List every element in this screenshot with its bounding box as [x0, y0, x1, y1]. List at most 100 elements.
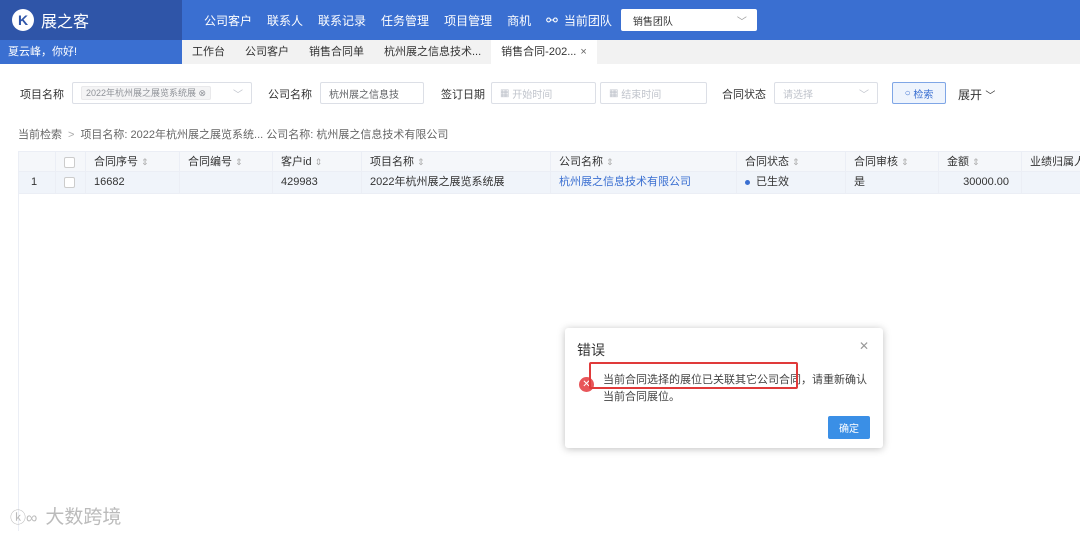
- header-amount[interactable]: 金额 ⇕: [939, 152, 1022, 171]
- tab-sales-contract-list[interactable]: 销售合同单: [299, 40, 374, 64]
- contract-table: 合同序号 ⇕ 合同编号 ⇕ 客户id ⇕ 项目名称 ⇕ 公司名称 ⇕ 合同状态 ⇕ 合同审核…: [18, 151, 1080, 531]
- contract-status-label: 合同状态: [722, 89, 766, 101]
- contract-status-placeholder: 请选择: [783, 89, 813, 101]
- search-button-label: 检索: [913, 89, 934, 101]
- nav-item-project-management[interactable]: 项目管理: [444, 12, 492, 29]
- start-date-placeholder: 开始时间: [512, 89, 553, 101]
- watermark-logo-icon: ⓚ∞: [10, 509, 38, 527]
- header-contract-audit[interactable]: 合同审核 ⇕: [846, 152, 939, 171]
- sort-icon: ⇕: [141, 157, 149, 167]
- status-text: 已生效: [756, 176, 789, 188]
- header-label: 客户id: [281, 156, 312, 168]
- chevron-down-icon: ﹀: [736, 16, 747, 28]
- breadcrumb-root: 当前检索: [18, 129, 62, 141]
- search-button[interactable]: ○ 检索: [892, 82, 946, 104]
- chevron-right-icon: >: [68, 129, 75, 141]
- nav-item-contact-records[interactable]: 联系记录: [318, 12, 366, 29]
- project-tag: 2022年杭州展之展览系统展 ⊗: [81, 86, 212, 100]
- watermark: ⓚ∞ 大数跨境: [10, 502, 121, 529]
- sort-icon: ⇕: [417, 157, 425, 167]
- sort-icon: ⇕: [901, 157, 909, 167]
- header-contract-status[interactable]: 合同状态 ⇕: [737, 152, 846, 171]
- confirm-button[interactable]: 确定: [828, 416, 870, 439]
- header-label: 公司名称: [559, 156, 603, 168]
- sort-icon: ⇕: [314, 157, 323, 167]
- header-project-name[interactable]: 项目名称 ⇕: [362, 152, 551, 171]
- calendar-icon: ▦: [500, 87, 513, 99]
- cell-owner: [1022, 172, 1080, 193]
- current-team: ⚯ 当前团队 销售团队 ﹀: [546, 9, 757, 31]
- tab-company-customers[interactable]: 公司客户: [235, 40, 299, 64]
- company-name-label: 公司名称: [268, 89, 312, 101]
- chevron-down-icon: ﹀: [985, 91, 996, 102]
- header-contract-code[interactable]: 合同编号 ⇕: [180, 152, 273, 171]
- dialog-title: 错误: [577, 342, 605, 358]
- tab-bar: 夏云峰，你好! 工作台 公司客户 销售合同单 杭州展之信息技术... 销售合同-…: [0, 40, 1080, 64]
- nav-item-company-customers[interactable]: 公司客户: [204, 12, 252, 29]
- contract-status-select[interactable]: 请选择 ﹀: [774, 82, 878, 104]
- header-label: 金额: [947, 156, 969, 168]
- cell-customer-id: 429983: [273, 172, 362, 193]
- header-select-all: [56, 152, 86, 171]
- calendar-icon: ▦: [609, 87, 622, 99]
- company-name-input[interactable]: 杭州展之信息技: [320, 82, 424, 104]
- project-tag-text: 2022年杭州展之展览系统展: [86, 88, 197, 98]
- sign-date-label: 签订日期: [441, 89, 485, 101]
- team-select-value: 销售团队: [632, 16, 673, 28]
- row-checkbox[interactable]: [64, 177, 75, 188]
- close-icon[interactable]: ×: [580, 46, 586, 58]
- nav-item-opportunities[interactable]: 商机: [507, 12, 531, 29]
- user-greeting: 夏云峰，你好!: [0, 40, 182, 64]
- header-company-name[interactable]: 公司名称 ⇕: [551, 152, 737, 171]
- annotation-highlight-box: [589, 362, 798, 389]
- header-label: 合同状态: [745, 156, 789, 168]
- cell-contract-audit: 是: [846, 172, 939, 193]
- top-bar: K 展之客 公司客户 联系人 联系记录 任务管理 项目管理 商机 ⚯ 当前团队 …: [0, 0, 1080, 40]
- header-label: 合同编号: [188, 156, 232, 168]
- end-date-input[interactable]: ▦ 结束时间: [600, 82, 707, 104]
- tab-label: 销售合同-202...: [501, 46, 577, 58]
- page-tabs: 工作台 公司客户 销售合同单 杭州展之信息技术... 销售合同-202... ×: [182, 40, 597, 64]
- cell-contract-code: [180, 172, 273, 193]
- header-owner[interactable]: 业绩归属人: [1022, 152, 1080, 171]
- table-header: 合同序号 ⇕ 合同编号 ⇕ 客户id ⇕ 项目名称 ⇕ 公司名称 ⇕ 合同状态 ⇕ 合同审核…: [19, 151, 1080, 172]
- header-label: 业绩归属人: [1030, 156, 1080, 168]
- row-checkbox-cell: [56, 172, 86, 193]
- tab-workbench[interactable]: 工作台: [182, 40, 235, 64]
- header-index: [19, 152, 56, 171]
- top-nav: 公司客户 联系人 联系记录 任务管理 项目管理 商机 ⚯ 当前团队 销售团队 ﹀: [182, 9, 757, 31]
- sort-icon: ⇕: [235, 157, 243, 167]
- header-label: 合同序号: [94, 156, 138, 168]
- start-date-input[interactable]: ▦ 开始时间: [491, 82, 596, 104]
- sort-icon: ⇕: [606, 157, 614, 167]
- close-icon[interactable]: ✕: [859, 339, 869, 353]
- header-customer-id[interactable]: 客户id ⇕: [273, 152, 362, 171]
- expand-label: 展开: [958, 88, 983, 102]
- tab-company-detail[interactable]: 杭州展之信息技术...: [374, 40, 491, 64]
- current-team-label: 当前团队: [563, 13, 612, 28]
- brand-logo-icon: K: [12, 9, 34, 31]
- company-name-value: 杭州展之信息技: [329, 89, 399, 101]
- filter-row: 项目名称 2022年杭州展之展览系统展 ⊗ ﹀ 公司名称 杭州展之信息技 签订日…: [0, 82, 1080, 104]
- project-name-select[interactable]: 2022年杭州展之展览系统展 ⊗ ﹀: [72, 82, 252, 104]
- end-date-placeholder: 结束时间: [621, 89, 662, 101]
- project-name-label: 项目名称: [20, 89, 64, 101]
- nav-item-contacts[interactable]: 联系人: [267, 12, 303, 29]
- brand-name: 展之客: [41, 14, 90, 31]
- tab-sales-contract-active[interactable]: 销售合同-202... ×: [491, 40, 597, 64]
- sort-icon: ⇕: [972, 157, 980, 167]
- cell-amount: 30000.00: [939, 172, 1022, 193]
- nav-item-task-management[interactable]: 任务管理: [381, 12, 429, 29]
- sort-icon: ⇕: [792, 157, 800, 167]
- header-contract-seq[interactable]: 合同序号 ⇕: [86, 152, 180, 171]
- select-all-checkbox[interactable]: [64, 157, 75, 168]
- cell-contract-seq: 16682: [86, 172, 180, 193]
- team-select[interactable]: 销售团队 ﹀: [620, 9, 757, 31]
- status-dot-icon: [745, 179, 750, 185]
- expand-toggle[interactable]: 展开 ﹀: [958, 86, 995, 103]
- cell-company-name-link[interactable]: 杭州展之信息技术有限公司: [551, 172, 737, 193]
- breadcrumb: 当前检索 > 项目名称: 2022年杭州展之展览系统... 公司名称: 杭州展之信息…: [18, 126, 448, 142]
- table-row[interactable]: 1 16682 429983 2022年杭州展之展览系统展 杭州展之信息技术有限…: [19, 172, 1080, 194]
- brand[interactable]: K 展之客: [0, 0, 182, 40]
- header-label: 项目名称: [370, 156, 414, 168]
